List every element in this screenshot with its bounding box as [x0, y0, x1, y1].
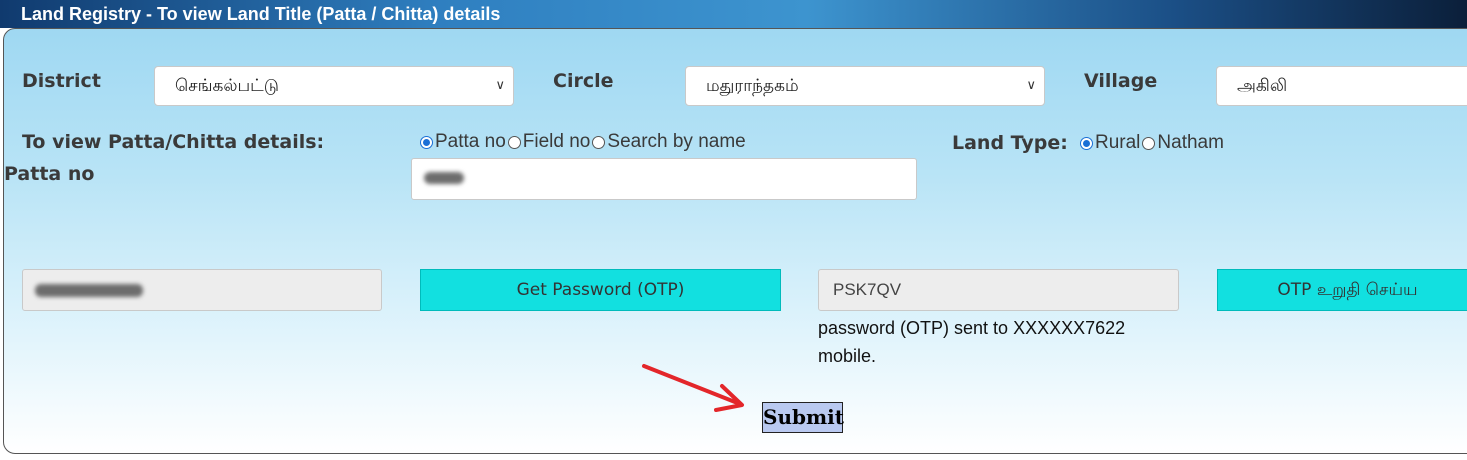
radio-search-by-name[interactable]	[592, 135, 606, 149]
option-natham-label: Natham	[1157, 132, 1224, 153]
redacted-value	[35, 284, 143, 297]
redacted-value	[424, 172, 464, 184]
chevron-down-icon: ∨	[495, 78, 505, 93]
view-options-group: Patta no Field no Search by name	[418, 131, 746, 153]
chevron-down-icon: ∨	[1026, 78, 1036, 93]
circle-selected-value: மதுராந்தகம்	[706, 76, 799, 96]
district-selected-value: செங்கல்பட்டு	[175, 76, 279, 96]
patta-no-input[interactable]	[411, 158, 917, 200]
land-registry-page: Land Registry - To view Land Title (Patt…	[0, 0, 1467, 460]
patta-no-label: Patta no	[4, 163, 95, 185]
get-otp-button[interactable]: Get Password (OTP)	[420, 269, 781, 311]
circle-label: Circle	[553, 70, 614, 92]
village-selected-value: அகிலி	[1237, 76, 1288, 96]
mobile-number-input[interactable]	[22, 269, 382, 311]
captcha-input[interactable]: PSK7QV	[818, 269, 1179, 311]
radio-natham[interactable]	[1142, 136, 1156, 150]
option-patta-no-label: Patta no	[435, 131, 506, 152]
district-select[interactable]: செங்கல்பட்டு ∨	[154, 66, 514, 106]
page-title: Land Registry - To view Land Title (Patt…	[0, 0, 1467, 28]
view-details-label: To view Patta/Chitta details:	[22, 131, 325, 153]
otp-sent-message: password (OTP) sent to XXXXXX7622 mobile…	[818, 318, 1126, 366]
option-field-no-label: Field no	[522, 131, 591, 152]
village-select[interactable]: அகிலி	[1216, 66, 1467, 106]
submit-button[interactable]: Submit	[762, 402, 844, 433]
district-label: District	[22, 70, 101, 92]
option-search-by-name-label: Search by name	[607, 131, 746, 152]
radio-field-no[interactable]	[507, 135, 521, 149]
circle-select[interactable]: மதுராந்தகம் ∨	[685, 66, 1045, 106]
option-rural-label: Rural	[1095, 132, 1141, 153]
village-label: Village	[1084, 70, 1158, 92]
land-type-group: Rural Natham	[1078, 132, 1224, 154]
confirm-otp-button[interactable]: OTP உறுதி செய்ய	[1217, 269, 1467, 311]
land-type-label: Land Type:	[952, 132, 1068, 154]
radio-patta-no[interactable]	[420, 135, 433, 149]
red-arrow-icon	[642, 364, 744, 412]
radio-rural[interactable]	[1080, 136, 1093, 150]
